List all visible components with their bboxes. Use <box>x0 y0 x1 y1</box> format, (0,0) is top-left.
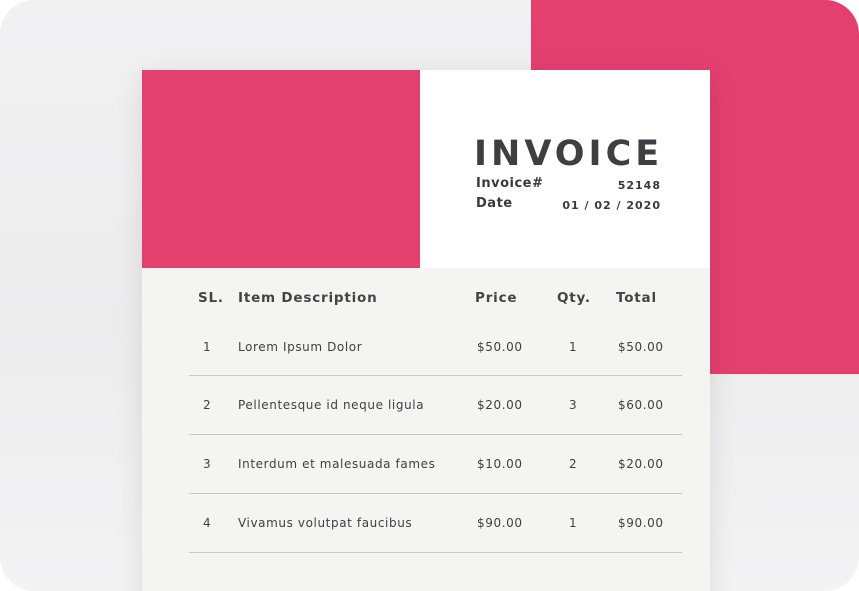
row-description: Lorem Ipsum Dolor <box>238 340 363 354</box>
invoice-sheet: INVOICE Invoice# 52148 Date 01 / 02 / 20… <box>142 70 710 591</box>
row-sl: 3 <box>203 457 212 471</box>
row-sl: 2 <box>203 398 212 412</box>
row-price: $50.00 <box>477 340 523 354</box>
row-description: Vivamus volutpat faucibus <box>238 516 413 530</box>
row-divider <box>189 434 682 435</box>
row-qty: 2 <box>569 457 578 471</box>
row-divider <box>189 375 682 376</box>
invoice-number-value: 52148 <box>617 179 661 192</box>
header-total: Total <box>616 290 657 306</box>
row-sl: 4 <box>203 516 212 530</box>
row-total: $50.00 <box>618 340 664 354</box>
image-frame: INVOICE Invoice# 52148 Date 01 / 02 / 20… <box>0 0 859 591</box>
row-qty: 1 <box>569 516 578 530</box>
row-price: $10.00 <box>477 457 523 471</box>
invoice-title: INVOICE <box>474 134 664 174</box>
row-total: $20.00 <box>618 457 664 471</box>
header-description: Item Description <box>238 290 378 306</box>
row-description: Interdum et malesuada fames <box>238 457 436 471</box>
header-qty: Qty. <box>557 290 591 306</box>
date-label: Date <box>476 196 513 211</box>
row-qty: 3 <box>569 398 578 412</box>
date-value: 01 / 02 / 2020 <box>562 199 661 212</box>
row-total: $90.00 <box>618 516 664 530</box>
row-qty: 1 <box>569 340 578 354</box>
row-price: $20.00 <box>477 398 523 412</box>
header-accent-block <box>142 70 420 268</box>
row-total: $60.00 <box>618 398 664 412</box>
header-sl: SL. <box>198 290 224 306</box>
invoice-number-label: Invoice# <box>476 176 544 191</box>
row-description: Pellentesque id neque ligula <box>238 398 425 412</box>
header-price: Price <box>475 290 518 306</box>
row-divider <box>189 493 682 494</box>
row-price: $90.00 <box>477 516 523 530</box>
row-sl: 1 <box>203 340 212 354</box>
row-divider <box>189 552 682 553</box>
